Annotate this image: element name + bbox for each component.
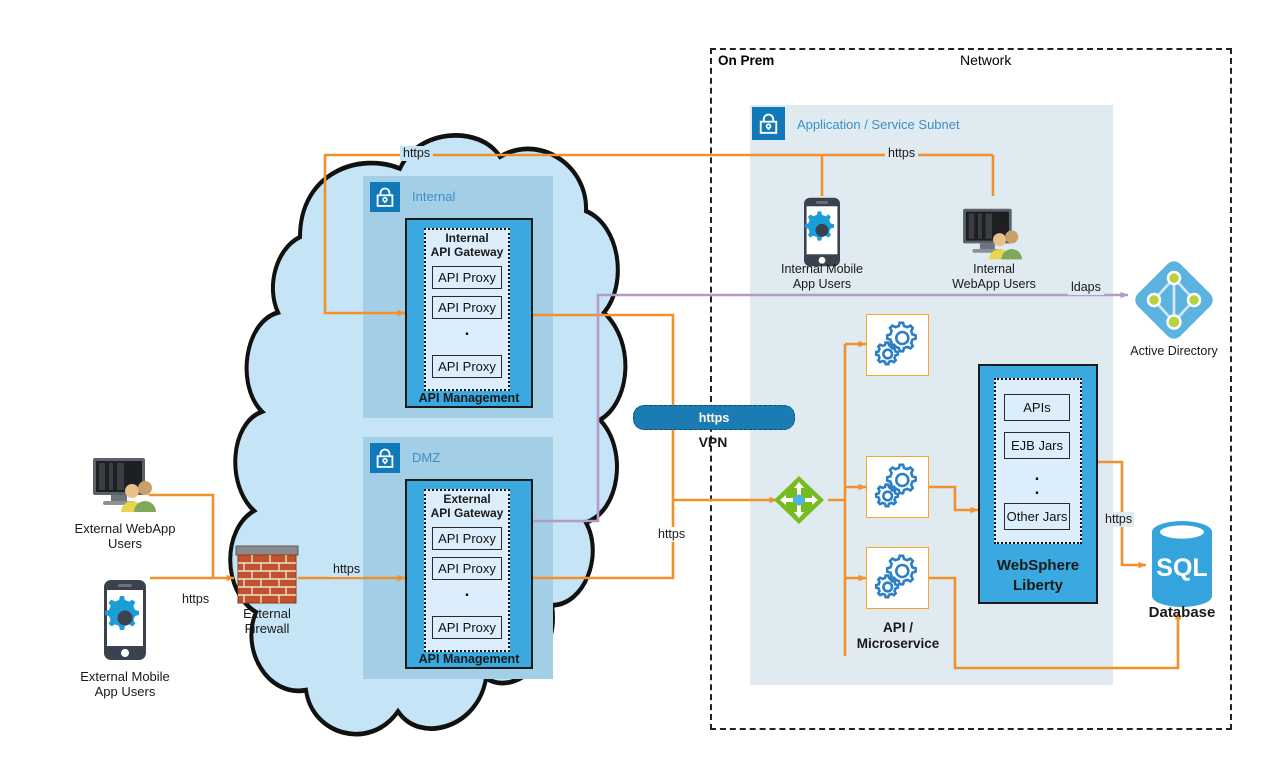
external-gateway-title-line2: API Gateway [430, 506, 504, 521]
gears-icon [874, 554, 917, 599]
internal-api-management-label: API Management [418, 391, 520, 405]
external-mobile-app-users-label: External Mobile App Users [50, 669, 200, 700]
external-proxy-ellipsis: . [464, 581, 470, 600]
https-label-websphere-db: https [1103, 512, 1135, 527]
internal-api-proxy-3[interactable]: API Proxy [432, 355, 502, 378]
internal-gateway-title-line2: API Gateway [430, 245, 504, 260]
external-api-gateway-title: External API Gateway [424, 492, 510, 520]
websphere-liberty-label: WebSphere Liberty [978, 556, 1098, 595]
database-label: Database [1148, 604, 1216, 621]
internal-webapp-users-line1: Internal [973, 262, 1015, 276]
microservice-1[interactable] [866, 314, 929, 376]
https-label-ext-users: https [180, 592, 212, 607]
external-api-proxy-3[interactable]: API Proxy [432, 616, 502, 639]
architecture-diagram: On Prem Network External WebApp Users Ex… [0, 0, 1280, 776]
gears-icon [874, 321, 917, 366]
internal-api-proxy-2[interactable]: API Proxy [432, 296, 502, 319]
microservice-line1: API / [882, 620, 913, 635]
external-gateway-title-line1: External [443, 492, 491, 506]
external-webapp-users-line1: External WebApp [74, 521, 176, 536]
microservice-2[interactable] [866, 456, 929, 518]
mobile-gear-icon [104, 580, 146, 660]
websphere-item-other-jars[interactable]: Other Jars [1004, 503, 1070, 530]
internal-api-gateway-title: Internal API Gateway [424, 231, 510, 259]
microservice-line2: Microservice [856, 635, 940, 651]
internal-zone-padlock-icon [370, 182, 400, 212]
gears-icon [874, 463, 917, 508]
vpn-label: VPN [698, 434, 728, 450]
external-api-proxy-2[interactable]: API Proxy [432, 557, 502, 580]
external-webapp-users-label: External WebApp Users [50, 521, 200, 552]
https-label-dmz-out: https [655, 527, 689, 542]
internal-mobile-users-line1: Internal Mobile [781, 262, 863, 276]
internal-gateway-title-line1: Internal [445, 231, 489, 245]
internal-mobile-users-line2: App Users [792, 276, 852, 291]
internal-proxy-ellipsis: . [464, 320, 470, 339]
active-directory-label: Active Directory [1130, 344, 1218, 358]
mobile-gear-icon [804, 197, 840, 267]
internal-webapp-users-line2: WebApp Users [952, 276, 1036, 291]
websphere-title-line1: WebSphere [996, 557, 1080, 574]
ldaps-label: ldaps [1068, 280, 1104, 295]
external-mobile-users-line2: App Users [94, 684, 156, 700]
api-microservice-label: API / Microservice [843, 620, 953, 652]
router-icon [774, 476, 824, 524]
subnet-padlock-icon [752, 107, 785, 140]
https-label-firewall-dmz: https [330, 562, 364, 577]
external-mobile-users-line1: External Mobile [80, 669, 170, 684]
firewall-line2: Firewall [244, 621, 290, 637]
websphere-item-apis[interactable]: APIs [1004, 394, 1070, 421]
firewall-line1: External [243, 606, 291, 621]
edge-ms2-to-websphere [929, 485, 979, 514]
websphere-title-line2: Liberty [1012, 576, 1063, 594]
microservice-3[interactable] [866, 547, 929, 609]
internal-zone-label: Internal [412, 189, 456, 204]
svg-text:SQL: SQL [1156, 554, 1207, 582]
edge-dmz-gateway-to-vpn [533, 500, 675, 580]
websphere-item-ejb-jars[interactable]: EJB Jars [1004, 432, 1070, 459]
active-directory-icon [1135, 261, 1213, 339]
websphere-ellipsis-2: . [1034, 479, 1040, 498]
dmz-zone-padlock-icon [370, 443, 400, 473]
internal-api-proxy-1[interactable]: API Proxy [432, 266, 502, 289]
https-label-cloud-top: https [400, 146, 434, 161]
desktop-users-icon [963, 208, 1022, 260]
internal-webapp-users-label: Internal WebApp Users [933, 262, 1055, 292]
sql-database-icon: SQL [1152, 521, 1212, 607]
external-api-proxy-1[interactable]: API Proxy [432, 527, 502, 550]
https-label-subnet-top: https [885, 146, 919, 161]
subnet-label: Application / Service Subnet [797, 117, 960, 132]
vpn-https-chip: https [633, 405, 795, 430]
external-firewall-label: External Firewall [222, 606, 312, 637]
desktop-users-icon [93, 458, 156, 512]
internal-mobile-app-users-label: Internal Mobile App Users [757, 262, 887, 292]
external-webapp-users-line2: Users [108, 536, 142, 552]
dmz-api-management-label: API Management [418, 652, 520, 666]
websphere-ellipsis-1: . [1034, 465, 1040, 484]
brick-firewall-icon [235, 545, 299, 604]
dmz-zone-label: DMZ [412, 450, 441, 465]
